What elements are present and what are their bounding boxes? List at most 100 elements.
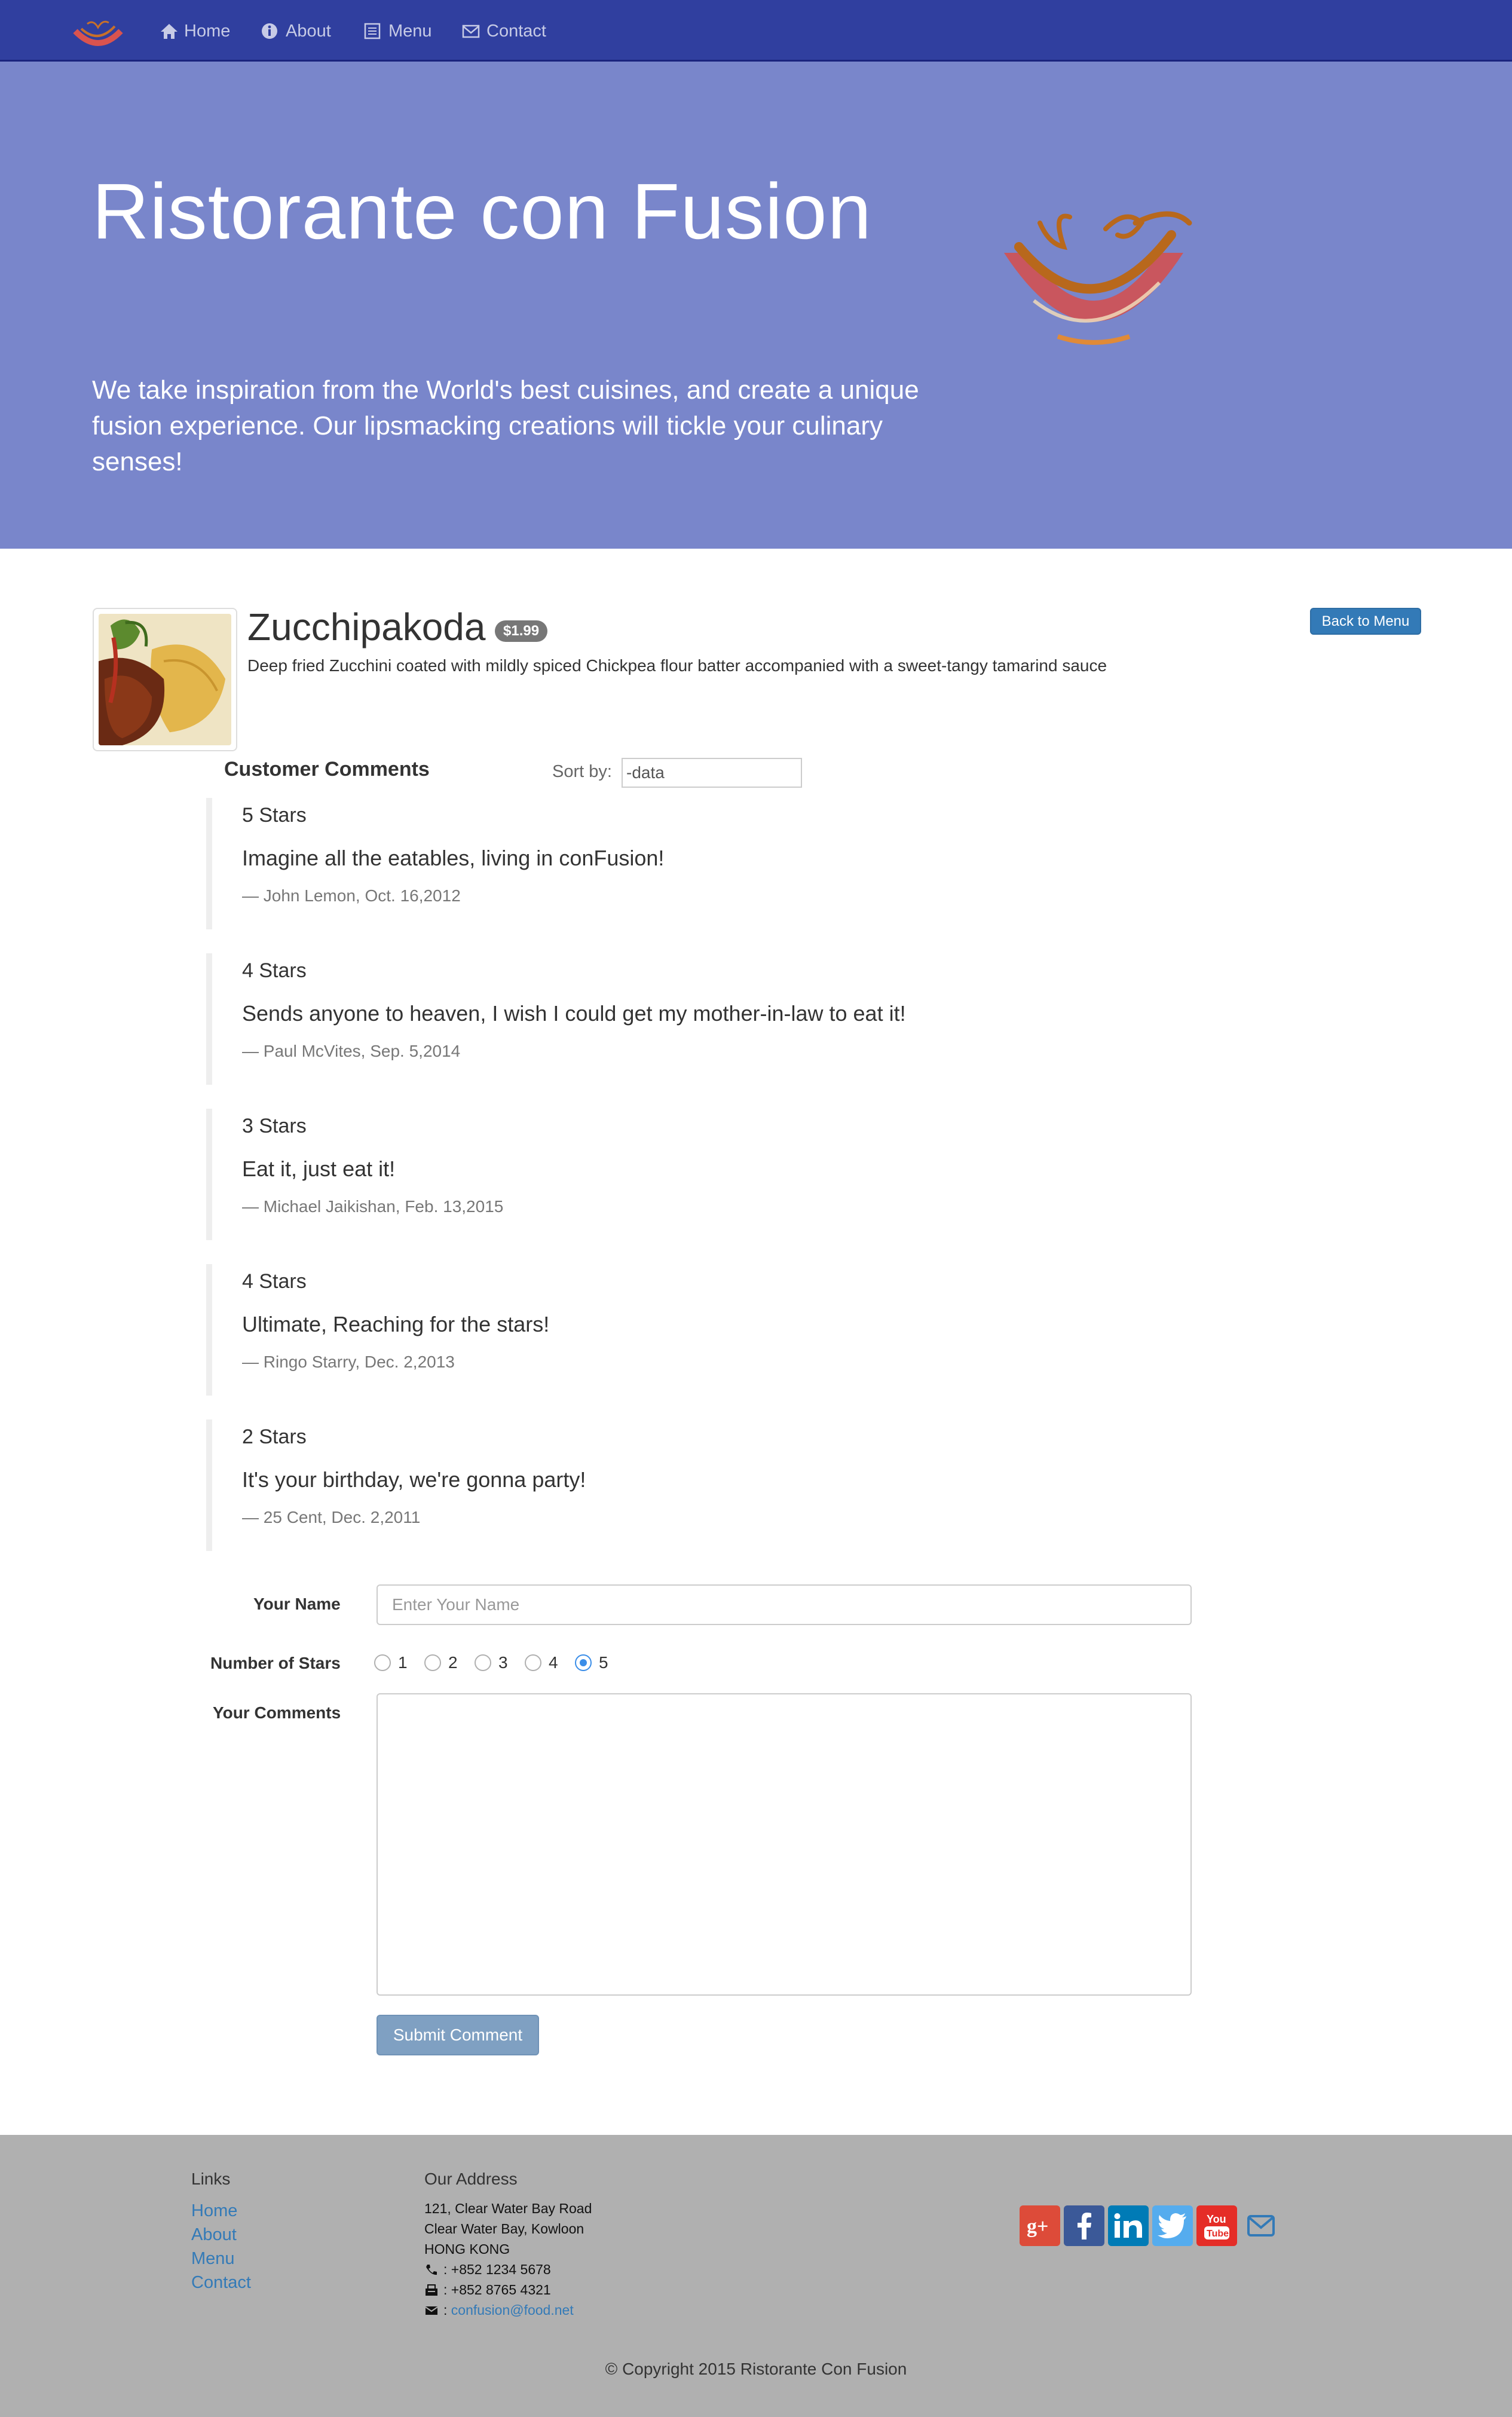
radio-label: 5 (599, 1653, 608, 1672)
svg-text:g+: g+ (1027, 2216, 1048, 2238)
envelope-icon (1247, 2215, 1275, 2237)
comment-text: Sends anyone to heaven, I wish I could g… (242, 1001, 906, 1026)
footer-link-menu[interactable]: Menu (191, 2249, 235, 2269)
comment-text: Eat it, just eat it! (242, 1157, 396, 1181)
nav-about[interactable]: About (261, 18, 331, 44)
email-link[interactable]: confusion@food.net (451, 2302, 574, 2318)
twitter-icon (1158, 2213, 1186, 2238)
jumbotron-title: Ristorante con Fusion (92, 167, 872, 255)
footer-link-about[interactable]: About (191, 2225, 237, 2245)
address-line: Clear Water Bay, Kowloon (424, 2221, 584, 2237)
footer-link-home[interactable]: Home (191, 2201, 237, 2221)
linkedin-icon (1114, 2213, 1142, 2238)
fax-icon (426, 2284, 437, 2296)
radio-button[interactable] (424, 1654, 441, 1671)
envelope-icon (462, 25, 480, 38)
dish-image (93, 608, 237, 751)
phone-line: : +852 1234 5678 (424, 2262, 551, 2278)
nav-about-label: About (286, 21, 331, 41)
navbar: Home About Menu Contact (0, 0, 1512, 62)
comment-rating: 4 Stars (242, 959, 307, 982)
google-plus-icon: g+ (1027, 2216, 1048, 2238)
comment-rating: 5 Stars (242, 804, 307, 827)
name-label: Your Name (253, 1595, 341, 1613)
back-to-menu-button[interactable]: Back to Menu (1310, 608, 1421, 635)
svg-text:You: You (1207, 2213, 1226, 2225)
radio-label: 2 (448, 1653, 458, 1672)
comment-author: — Michael Jaikishan, Feb. 13,2015 (242, 1197, 504, 1216)
mail-button[interactable] (1241, 2205, 1281, 2246)
footer-link-contact[interactable]: Contact (191, 2273, 251, 2293)
nav-contact[interactable]: Contact (461, 18, 546, 44)
google-plus-button[interactable]: g+ (1020, 2205, 1060, 2246)
youtube-icon: You Tube (1204, 2213, 1229, 2239)
price-badge: $1.99 (495, 620, 548, 642)
star-option-2[interactable]: 2 (424, 1651, 458, 1675)
comments-title: Customer Comments (224, 758, 430, 781)
radio-button[interactable] (525, 1654, 541, 1671)
radio-label: 1 (398, 1653, 408, 1672)
comment-item: 5 Stars Imagine all the eatables, living… (206, 798, 1043, 929)
comment-rating: 2 Stars (242, 1425, 307, 1448)
address-heading: Our Address (424, 2170, 518, 2188)
sort-label: Sort by: (552, 762, 612, 781)
brand-logo-icon[interactable] (69, 13, 127, 55)
nav-home[interactable]: Home (159, 18, 230, 44)
list-icon (364, 23, 381, 39)
comment-text: Ultimate, Reaching for the stars! (242, 1312, 550, 1336)
twitter-button[interactable] (1152, 2205, 1193, 2246)
comment-text: Imagine all the eatables, living in conF… (242, 846, 665, 870)
copyright: © Copyright 2015 Ristorante Con Fusion (605, 2360, 907, 2378)
nav-home-label: Home (184, 21, 231, 41)
phone-icon (426, 2264, 437, 2275)
star-option-3[interactable]: 3 (475, 1651, 508, 1675)
dish-description: Deep fried Zucchini coated with mildly s… (247, 656, 1107, 675)
submit-comment-button[interactable]: Submit Comment (377, 2015, 539, 2055)
stars-label: Number of Stars (210, 1654, 341, 1672)
youtube-button[interactable]: You Tube (1196, 2205, 1237, 2246)
radio-label: 4 (549, 1653, 558, 1672)
radio-label: 3 (498, 1653, 508, 1672)
home-icon (161, 24, 177, 39)
fax-number: : +852 8765 4321 (443, 2282, 551, 2297)
nav-menu-label: Menu (388, 21, 432, 41)
email-line: : confusion@food.net (424, 2302, 574, 2318)
comment-author: — Ringo Starry, Dec. 2,2013 (242, 1353, 455, 1371)
dish-name: Zucchipakoda (247, 605, 486, 648)
comment-item: 4 Stars Sends anyone to heaven, I wish I… (206, 953, 1043, 1085)
star-option-4[interactable]: 4 (525, 1651, 558, 1675)
comment-item: 4 Stars Ultimate, Reaching for the stars… (206, 1264, 1043, 1396)
comments-textarea[interactable] (377, 1693, 1192, 1996)
radio-button-selected[interactable] (575, 1654, 592, 1671)
sort-input[interactable]: -data (622, 758, 802, 788)
radio-button[interactable] (475, 1654, 491, 1671)
jumbotron: Ristorante con Fusion We take inspiratio… (0, 62, 1512, 549)
phone-number: : +852 1234 5678 (443, 2262, 551, 2277)
comment-rating: 3 Stars (242, 1115, 307, 1137)
jumbotron-text: We take inspiration from the World's bes… (92, 375, 919, 476)
dish-photo (99, 614, 231, 745)
comment-item: 2 Stars It's your birthday, we're gonna … (206, 1419, 1043, 1551)
linkedin-button[interactable] (1108, 2205, 1149, 2246)
address-line: 121, Clear Water Bay Road (424, 2201, 592, 2216)
name-input[interactable] (377, 1584, 1192, 1625)
comments-label: Your Comments (213, 1703, 341, 1722)
fax-line: : +852 8765 4321 (424, 2282, 551, 2298)
radio-button[interactable] (374, 1654, 391, 1671)
comment-author: — John Lemon, Oct. 16,2012 (242, 886, 461, 905)
comment-rating: 4 Stars (242, 1270, 307, 1293)
star-option-5[interactable]: 5 (575, 1651, 608, 1675)
facebook-button[interactable] (1064, 2205, 1104, 2246)
nav-contact-label: Contact (486, 21, 546, 41)
address-line: HONG KONG (424, 2241, 510, 2257)
links-heading: Links (191, 2170, 231, 2188)
comment-author: — Paul McVites, Sep. 5,2014 (242, 1042, 461, 1060)
restaurant-logo-icon (1004, 211, 1192, 345)
facebook-icon (1078, 2213, 1091, 2239)
star-option-1[interactable]: 1 (374, 1651, 408, 1675)
email-prefix: : (443, 2302, 448, 2318)
comment-text: It's your birthday, we're gonna party! (242, 1467, 586, 1492)
envelope-icon (425, 2306, 438, 2315)
info-icon (262, 23, 277, 39)
nav-menu[interactable]: Menu (363, 18, 432, 44)
